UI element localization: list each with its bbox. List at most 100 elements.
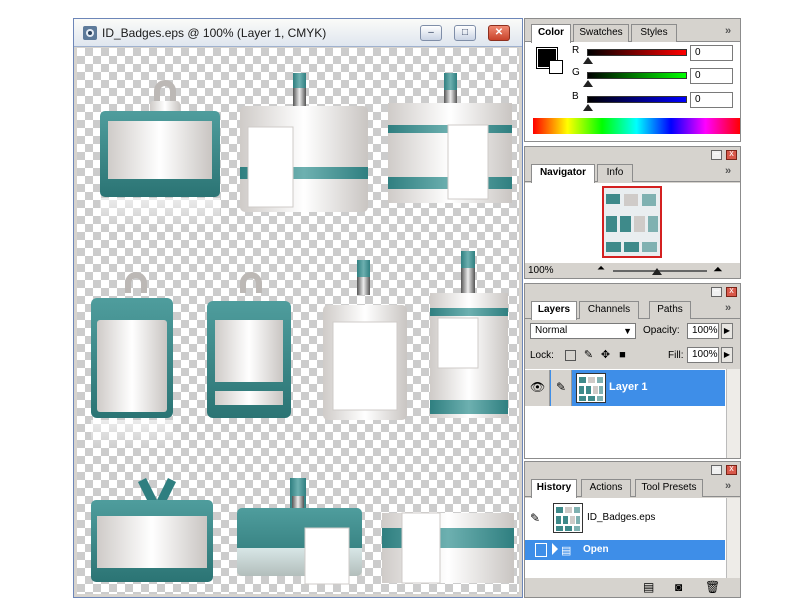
- history-state-row[interactable]: ▤ Open: [525, 540, 725, 560]
- history-brush-icon: ✎: [530, 511, 541, 525]
- history-snapshot-row[interactable]: ✎ ID_Badges.eps: [525, 501, 725, 537]
- brush-icon: ✎: [556, 380, 567, 394]
- channel-b-input[interactable]: 0: [690, 92, 733, 108]
- channel-g-input[interactable]: 0: [690, 68, 733, 84]
- navigator-body: [525, 183, 740, 263]
- tab-history[interactable]: History: [531, 479, 577, 498]
- new-document-icon[interactable]: ▤: [643, 580, 654, 594]
- navigator-palette[interactable]: – x Navigator Info » 100% ⏶ ⏶: [524, 146, 741, 279]
- history-minimize-button[interactable]: –: [711, 463, 722, 475]
- visibility-toggle[interactable]: 👁: [525, 370, 550, 406]
- document-title: ID_Badges.eps @ 100% (Layer 1, CMYK): [102, 26, 327, 40]
- tab-navigator[interactable]: Navigator: [531, 164, 595, 183]
- fill-arrow-button[interactable]: ▶: [721, 347, 733, 363]
- badge-3: [388, 73, 512, 203]
- channel-g-slider[interactable]: [587, 72, 687, 79]
- layers-list: 👁 ✎ Layer 1: [525, 369, 740, 458]
- layers-minimize-button[interactable]: –: [711, 285, 722, 297]
- badge-1: [100, 80, 220, 228]
- badge-8: [91, 477, 213, 582]
- badge-4: [91, 272, 173, 450]
- tab-paths[interactable]: Paths: [649, 301, 691, 319]
- color-palette[interactable]: Color Swatches Styles » R 0 G 0 B 0: [524, 18, 741, 142]
- snapshot-thumbnail-image: [556, 507, 580, 531]
- layers-palette[interactable]: – x Layers Channels Paths » Normal ▼ Opa…: [524, 283, 741, 459]
- history-source-icon[interactable]: [535, 543, 547, 557]
- channel-r-thumb[interactable]: [583, 57, 593, 64]
- history-list: ✎ ID_Badges.eps ▤ Open: [525, 498, 740, 578]
- navigator-preview[interactable]: [602, 186, 662, 258]
- channel-g-thumb[interactable]: [583, 80, 593, 87]
- badge-6: [323, 260, 407, 420]
- tab-swatches[interactable]: Swatches: [573, 24, 629, 42]
- fill-label: Fill:: [668, 350, 684, 361]
- badge-10: [382, 512, 514, 584]
- opacity-input[interactable]: 100%: [687, 323, 719, 339]
- color-spectrum-ramp[interactable]: [533, 118, 740, 134]
- blend-mode-value: Normal: [535, 325, 568, 336]
- id-badges-artwork: [91, 73, 514, 585]
- palette-menu-icon[interactable]: »: [725, 302, 731, 314]
- navigator-close-button[interactable]: x: [726, 148, 737, 160]
- tab-tool-presets[interactable]: Tool Presets: [635, 479, 703, 497]
- maximize-icon: □: [461, 27, 469, 38]
- layer-thumbnail: [576, 373, 606, 403]
- blend-mode-select[interactable]: Normal ▼: [530, 323, 636, 339]
- minimize-button[interactable]: –: [420, 25, 442, 41]
- tab-color[interactable]: Color: [531, 24, 571, 43]
- minimize-icon: –: [428, 27, 434, 38]
- tab-channels[interactable]: Channels: [579, 301, 639, 319]
- history-close-button[interactable]: x: [726, 463, 737, 475]
- close-button[interactable]: ✕: [488, 25, 510, 41]
- layers-palette-tabs: Layers Channels Paths »: [525, 299, 740, 320]
- color-palette-tabs: Color Swatches Styles »: [525, 22, 740, 43]
- badge-9: [237, 478, 362, 585]
- snapshot-camera-icon[interactable]: ◙: [675, 580, 682, 594]
- lock-label: Lock:: [530, 350, 554, 361]
- fill-input[interactable]: 100%: [687, 347, 719, 363]
- color-palette-body: R 0 G 0 B 0: [525, 42, 740, 141]
- zoom-out-icon[interactable]: ⏶: [597, 263, 605, 274]
- history-state-arrow-icon: [552, 543, 558, 555]
- zoom-slider-thumb[interactable]: [652, 268, 662, 275]
- trash-icon[interactable]: 🗑: [705, 580, 720, 594]
- layers-close-button[interactable]: x: [726, 285, 737, 297]
- document-window[interactable]: ID_Badges.eps @ 100% (Layer 1, CMYK) – □…: [73, 18, 523, 598]
- photoshop-doc-icon: [83, 26, 97, 40]
- channel-b-thumb[interactable]: [583, 104, 593, 111]
- tab-styles[interactable]: Styles: [631, 24, 677, 42]
- layer-name: Layer 1: [609, 381, 648, 393]
- tab-info[interactable]: Info: [597, 164, 633, 182]
- zoom-in-icon[interactable]: ⏶: [713, 262, 723, 277]
- history-palette[interactable]: – x History Actions Tool Presets » ✎ ID_…: [524, 461, 741, 598]
- lock-brush-icon[interactable]: ✎: [583, 350, 594, 361]
- layers-scrollbar[interactable]: [726, 369, 740, 458]
- close-icon: ✕: [494, 27, 504, 38]
- layer-link-cell[interactable]: ✎: [551, 370, 572, 406]
- lock-move-icon[interactable]: ✥: [600, 350, 611, 361]
- channel-b-slider[interactable]: [587, 96, 687, 103]
- history-footer: ▤ ◙ 🗑: [525, 579, 740, 597]
- maximize-button[interactable]: □: [454, 25, 476, 41]
- opacity-arrow-button[interactable]: ▶: [721, 323, 733, 339]
- navigator-minimize-button[interactable]: –: [711, 148, 722, 160]
- lock-transparency-icon[interactable]: [565, 350, 576, 361]
- palette-menu-icon[interactable]: »: [725, 165, 731, 177]
- chevron-down-icon: ▼: [623, 326, 632, 336]
- lock-options: ✎ ✥ ■: [563, 350, 643, 362]
- palette-menu-icon[interactable]: »: [725, 480, 731, 492]
- layer-row[interactable]: 👁 ✎ Layer 1: [525, 370, 725, 406]
- lock-all-icon[interactable]: ■: [617, 350, 628, 361]
- snapshot-thumbnail: [553, 503, 583, 533]
- palette-menu-icon[interactable]: »: [725, 25, 731, 37]
- zoom-level[interactable]: 100%: [528, 265, 554, 276]
- tab-actions[interactable]: Actions: [581, 479, 631, 497]
- document-canvas[interactable]: [77, 48, 519, 594]
- navigator-zoom-bar: 100% ⏶ ⏶: [525, 262, 740, 278]
- channel-r-input[interactable]: 0: [690, 45, 733, 61]
- background-color-swatch[interactable]: [549, 60, 563, 74]
- tab-layers[interactable]: Layers: [531, 301, 577, 320]
- history-scrollbar[interactable]: [726, 498, 740, 578]
- channel-r-slider[interactable]: [587, 49, 687, 56]
- document-title-bar[interactable]: ID_Badges.eps @ 100% (Layer 1, CMYK) – □…: [74, 19, 522, 47]
